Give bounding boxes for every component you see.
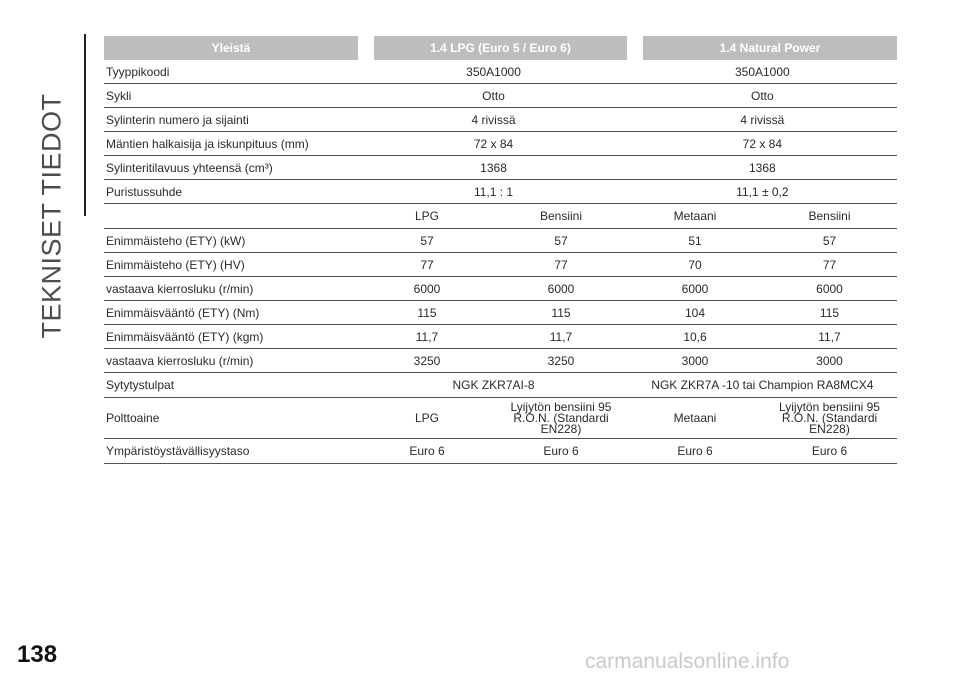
row-label: Puristussuhde: [106, 184, 183, 199]
spec-table: Yleistä 1.4 LPG (Euro 5 / Euro 6) 1.4 Na…: [104, 36, 897, 464]
value-cell: 77: [554, 257, 568, 272]
emission-row: Ympäristöystävällisyystaso Euro 6 Euro 6…: [104, 439, 897, 464]
value-cell: 11,7: [415, 329, 439, 344]
performance-rows: Enimmäisteho (ETY) (kW) 57 57 51 57 Enimmäist…: [104, 229, 897, 373]
value-cell: 77: [420, 257, 434, 272]
value-cell: 3250: [547, 353, 575, 368]
value-cell: 77: [822, 257, 837, 272]
value-cell: 3000: [681, 353, 709, 368]
natural-power-value: Otto: [751, 88, 774, 103]
header-general: Yleistä: [104, 36, 358, 60]
table-row: Sykli Otto Otto: [104, 84, 897, 108]
spark-plug-lpg: NGK ZKR7AI-8: [452, 378, 535, 392]
fuel-cell: Lyijytön bensiini 95 R.O.N. (Standardi E…: [779, 399, 880, 436]
general-rows: Tyyppikoodi 350A1000 350A1000 Sykli Otto Otto…: [104, 60, 897, 204]
row-label: Enimmäisteho (ETY) (HV): [106, 257, 245, 272]
value-cell: 11,7: [549, 329, 573, 344]
fuel-row: Polttoaine LPG Lyijytön bensiini 95 R.O.…: [104, 398, 897, 439]
fuel-type-cell: Bensiini: [808, 209, 851, 223]
table-row: Enimmäisvääntö (ETY) (kgm) 11,7 11,7 10,6 11…: [104, 325, 897, 349]
table-row: Enimmäisvääntö (ETY) (Nm) 115 115 104 115: [104, 301, 897, 325]
row-label: Enimmäisteho (ETY) (kW): [106, 233, 246, 248]
value-cell: 10,6: [683, 329, 707, 344]
value-cell: 6000: [681, 281, 709, 296]
row-label: vastaava kierrosluku (r/min): [106, 281, 254, 296]
emission-cell: Euro 6: [811, 444, 848, 458]
lpg-value: 11,1 : 1: [473, 184, 514, 199]
fuel-cell: Lyijytön bensiini 95 R.O.N. (Standardi E…: [510, 399, 612, 436]
fuel-type-cell: LPG: [414, 209, 439, 223]
row-label: Sylinterin numero ja sijainti: [106, 112, 249, 127]
value-cell: 57: [420, 233, 434, 248]
lpg-value: 4 rivissä: [471, 112, 516, 127]
value-cell: 57: [554, 233, 568, 248]
row-label: vastaava kierrosluku (r/min): [106, 353, 254, 368]
row-label: Enimmäisvääntö (ETY) (Nm): [106, 305, 260, 320]
value-cell: 6000: [816, 281, 843, 296]
table-row: Tyyppikoodi 350A1000 350A1000: [104, 60, 897, 84]
natural-power-value: 1368: [748, 160, 776, 175]
watermark: carmanualsonline.info: [585, 650, 790, 673]
header-lpg: 1.4 LPG (Euro 5 / Euro 6): [374, 36, 627, 60]
value-cell: 115: [551, 305, 571, 320]
natural-power-value: 11,1 ± 0,2: [736, 184, 789, 199]
page-number: 138: [17, 641, 58, 668]
value-cell: 3250: [413, 353, 441, 368]
emission-cell: Euro 6: [677, 444, 713, 458]
lpg-value: 72 x 84: [473, 136, 514, 151]
section-side-title: TEKNISET TIEDOT: [36, 93, 67, 339]
value-cell: 115: [819, 305, 840, 320]
value-cell: 115: [417, 305, 437, 320]
natural-power-value: 350A1000: [734, 64, 790, 79]
value-cell: 3000: [816, 353, 843, 368]
fuel-cell: LPG: [414, 411, 439, 425]
table-row: Sylinteritilavuus yhteensä (cm³) 1368 1368: [104, 156, 897, 180]
table-row: Puristussuhde 11,1 : 1 11,1 ± 0,2: [104, 180, 897, 204]
table-row: Enimmäisteho (ETY) (HV) 77 77 70 77: [104, 253, 897, 277]
row-label: Sytytystulpat: [106, 378, 175, 392]
table-row: Mäntien halkaisija ja iskunpituus (mm) 72…: [104, 132, 897, 156]
table-header: Yleistä 1.4 LPG (Euro 5 / Euro 6) 1.4 Na…: [104, 36, 897, 60]
row-label: Sylinteritilavuus yhteensä (cm³): [106, 160, 273, 175]
value-cell: 6000: [413, 281, 441, 296]
table-row: vastaava kierrosluku (r/min) 6000 6000 6000…: [104, 277, 897, 301]
value-cell: 51: [688, 233, 702, 248]
value-cell: 6000: [547, 281, 575, 296]
fuel-type-cell: Bensiini: [539, 209, 583, 223]
emission-cell: Euro 6: [409, 444, 445, 458]
table-row: Enimmäisteho (ETY) (kW) 57 57 51 57: [104, 229, 897, 253]
lpg-value: 1368: [480, 160, 507, 175]
natural-power-value: 4 rivissä: [740, 112, 785, 127]
row-label: Polttoaine: [106, 411, 160, 425]
spark-plug-row: Sytytystulpat NGK ZKR7AI-8 NGK ZKR7A -10…: [104, 373, 897, 398]
row-label: Sykli: [106, 88, 132, 103]
row-label: Mäntien halkaisija ja iskunpituus (mm): [106, 136, 309, 151]
lpg-value: 350A1000: [466, 64, 521, 79]
value-cell: 70: [688, 257, 702, 272]
lpg-value: Otto: [482, 88, 505, 103]
value-cell: 57: [822, 233, 837, 248]
table-row: Sylinterin numero ja sijainti 4 rivissä 4 …: [104, 108, 897, 132]
natural-power-value: 72 x 84: [742, 136, 783, 151]
value-cell: 104: [684, 305, 706, 320]
row-label: Enimmäisvääntö (ETY) (kgm): [106, 329, 264, 344]
fuel-cell: Metaani: [673, 411, 717, 425]
side-divider: [84, 34, 86, 216]
value-cell: 11,7: [818, 329, 841, 344]
header-natural-power: 1.4 Natural Power: [643, 36, 897, 60]
row-label: Tyyppikoodi: [106, 64, 170, 79]
spark-plug-np: NGK ZKR7A -10 tai Champion RA8MCX4: [651, 378, 874, 392]
fuel-type-cell: Metaani: [673, 209, 717, 223]
emission-cell: Euro 6: [543, 444, 579, 458]
fuel-type-row: LPG Bensiini Metaani Bensiini: [104, 204, 897, 229]
table-row: vastaava kierrosluku (r/min) 3250 3250 3000…: [104, 349, 897, 373]
row-label: Ympäristöystävällisyystaso: [106, 444, 250, 458]
